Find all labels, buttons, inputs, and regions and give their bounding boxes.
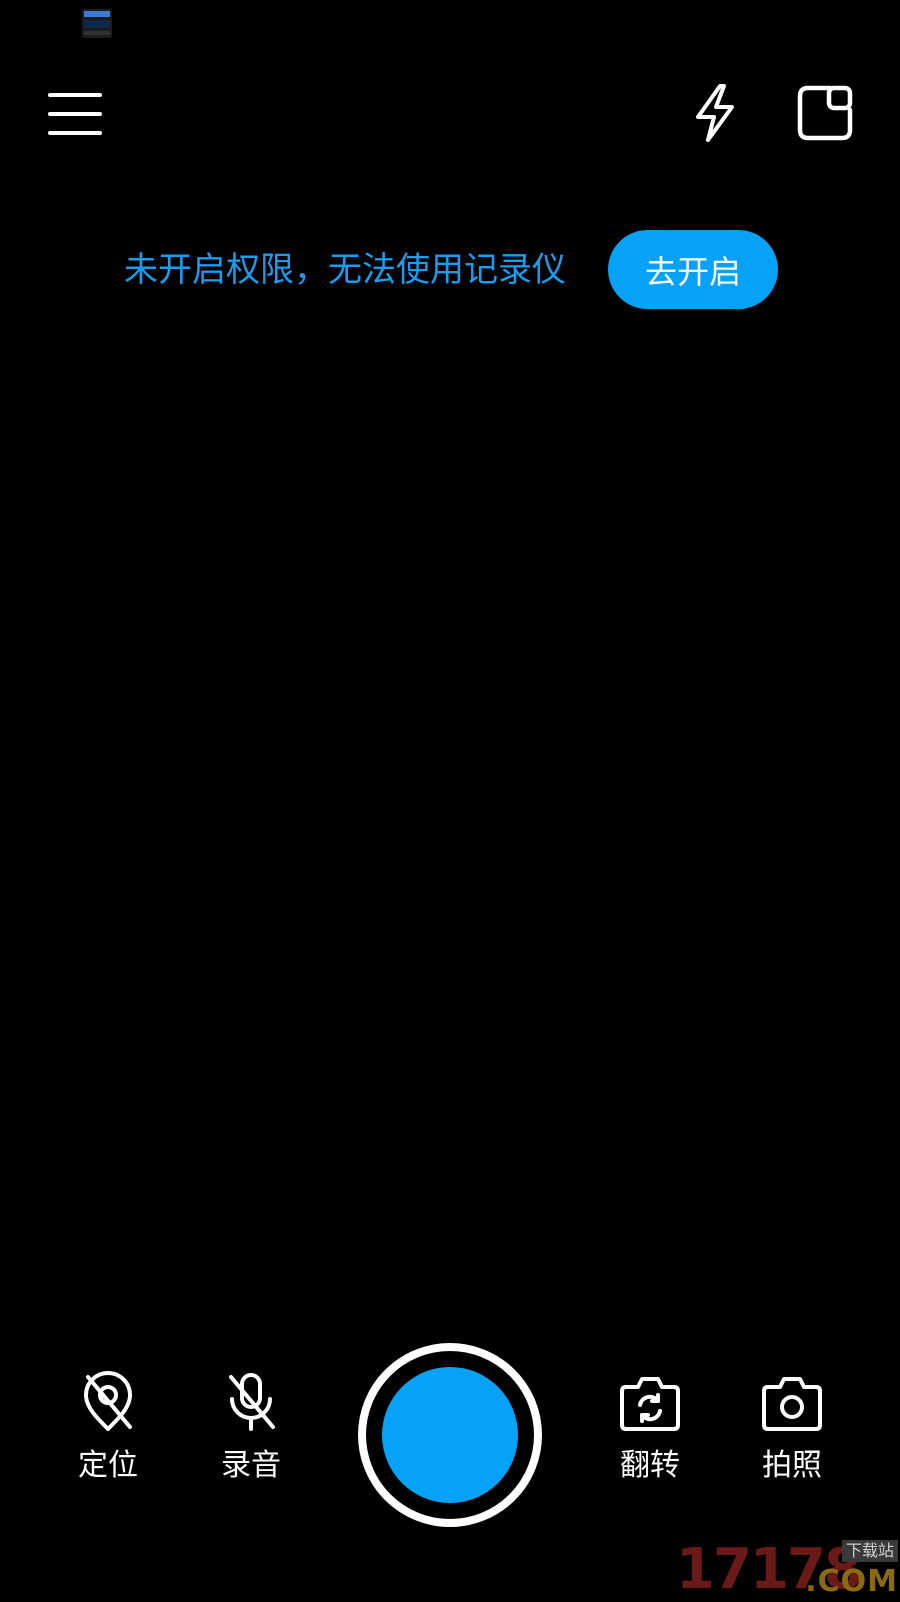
- pip-button[interactable]: [790, 80, 860, 146]
- menu-button[interactable]: [40, 84, 110, 144]
- camera-icon: [759, 1370, 825, 1436]
- flip-label: 翻转: [620, 1448, 680, 1483]
- location-toggle[interactable]: 定位: [53, 1370, 163, 1484]
- permission-message: 未开启权限，无法使用记录仪: [124, 250, 566, 290]
- record-button[interactable]: [358, 1343, 542, 1527]
- audio-label: 录音: [221, 1448, 281, 1483]
- location-label: 定位: [78, 1448, 138, 1483]
- record-button-inner: [382, 1367, 518, 1503]
- enable-permission-button[interactable]: 去开启: [608, 230, 778, 309]
- status-bar-app-icon: [82, 9, 112, 38]
- flash-button[interactable]: [682, 80, 748, 146]
- site-watermark: 17178 下载站 .COM: [676, 1536, 900, 1600]
- location-off-icon: [75, 1370, 141, 1436]
- photo-label: 拍照: [762, 1448, 822, 1483]
- audio-toggle[interactable]: 录音: [196, 1370, 306, 1484]
- take-photo-button[interactable]: 拍照: [737, 1370, 847, 1484]
- watermark-tag: 下载站: [841, 1540, 898, 1562]
- hamburger-menu-icon: [48, 93, 102, 135]
- flip-camera-button[interactable]: 翻转: [595, 1370, 705, 1484]
- mic-off-icon: [218, 1370, 284, 1436]
- lightning-icon: [696, 84, 734, 142]
- watermark-suffix: .COM: [805, 1564, 898, 1599]
- picture-in-picture-icon: [797, 85, 853, 141]
- camera-flip-icon: [617, 1370, 683, 1436]
